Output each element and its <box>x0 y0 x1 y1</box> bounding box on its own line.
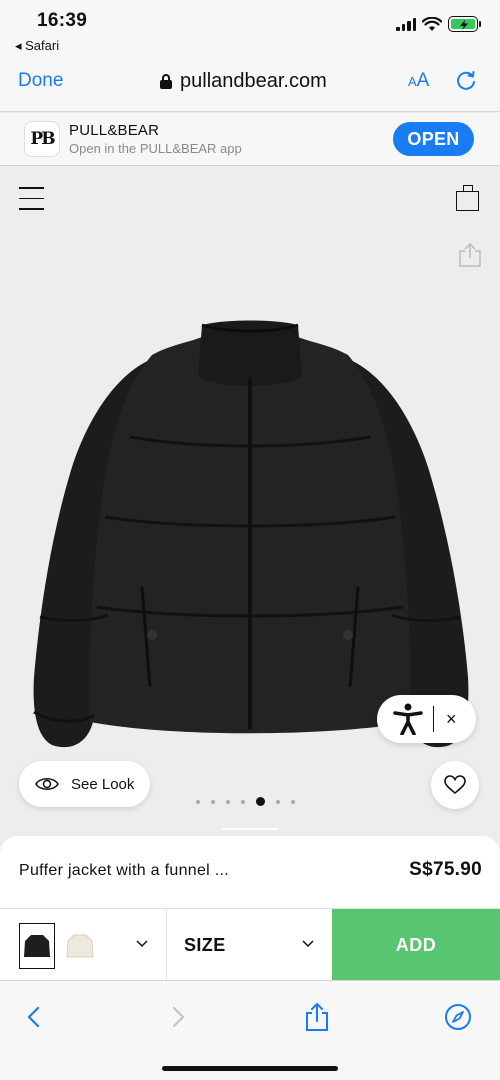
carousel-dot[interactable] <box>276 799 280 804</box>
chevron-down-icon[interactable] <box>301 935 315 958</box>
product-name[interactable]: Puffer jacket with a funnel ... <box>19 862 229 880</box>
carousel-dot[interactable] <box>211 799 215 804</box>
wishlist-button[interactable] <box>431 761 479 809</box>
product-sheet: Puffer jacket with a funnel ... S$75.90 … <box>0 836 500 981</box>
bag-icon[interactable] <box>456 185 479 211</box>
compass-icon[interactable] <box>438 997 478 1037</box>
accessibility-icon[interactable] <box>393 703 423 735</box>
status-icons <box>396 16 481 32</box>
back-to-app-link[interactable]: ◂ Safari <box>15 38 59 54</box>
address-bar: Done pullandbear.com AA <box>0 60 500 104</box>
battery-icon <box>448 16 481 32</box>
carousel-dot[interactable] <box>241 799 245 804</box>
brand-logo: PB <box>24 121 60 157</box>
done-button[interactable]: Done <box>18 70 63 92</box>
accessibility-widget[interactable]: × <box>377 695 476 743</box>
forward-icon[interactable] <box>158 997 198 1037</box>
heart-icon <box>444 775 466 795</box>
add-to-cart-button[interactable]: ADD <box>332 909 500 981</box>
size-selector[interactable]: SIZE <box>167 909 332 981</box>
share-icon[interactable] <box>457 242 483 273</box>
home-indicator <box>162 1066 338 1071</box>
back-icon[interactable] <box>14 997 54 1037</box>
app-subtitle: Open in the PULL&BEAR app <box>69 141 242 156</box>
close-icon[interactable]: × <box>446 709 457 730</box>
color-swatch-black[interactable] <box>19 923 55 969</box>
hamburger-icon[interactable] <box>19 187 44 219</box>
purchase-row: SIZE ADD <box>0 908 500 981</box>
product-image[interactable] <box>30 317 470 757</box>
browser-top-bar: 16:39 ◂ Safari Done pullandbear.com AA <box>0 0 500 112</box>
product-price: S$75.90 <box>409 859 482 880</box>
share-icon[interactable] <box>297 997 337 1037</box>
product-gallery: × See Look <box>0 167 500 837</box>
app-name: PULL&BEAR <box>69 122 160 139</box>
text-size-small: A <box>408 74 417 89</box>
see-look-button[interactable]: See Look <box>19 761 150 807</box>
status-time: 16:39 <box>37 10 88 31</box>
wifi-icon <box>422 16 442 31</box>
size-label: SIZE <box>184 935 226 955</box>
color-swatch-cream[interactable] <box>62 923 98 969</box>
open-app-button[interactable]: OPEN <box>393 122 474 156</box>
sheet-handle[interactable] <box>222 828 278 830</box>
lock-icon <box>160 74 172 89</box>
url-text: pullandbear.com <box>180 70 327 92</box>
url-field[interactable]: pullandbear.com <box>160 70 327 93</box>
color-selector[interactable] <box>0 909 167 981</box>
signal-icon <box>396 17 416 31</box>
app-banner: PB PULL&BEAR Open in the PULL&BEAR app O… <box>0 113 500 166</box>
eye-icon <box>35 778 59 790</box>
see-look-label: See Look <box>71 775 135 793</box>
text-size-large: A <box>416 70 430 91</box>
browser-toolbar <box>0 980 500 1080</box>
carousel-dot[interactable] <box>196 799 200 804</box>
text-size-button[interactable]: AA <box>408 70 429 92</box>
reload-icon[interactable] <box>455 70 477 97</box>
carousel-dot[interactable] <box>291 799 295 804</box>
divider <box>433 706 434 732</box>
carousel-dots[interactable] <box>196 797 295 806</box>
carousel-dot[interactable] <box>226 799 230 804</box>
carousel-dot-active[interactable] <box>256 797 265 806</box>
chevron-down-icon[interactable] <box>135 935 149 958</box>
